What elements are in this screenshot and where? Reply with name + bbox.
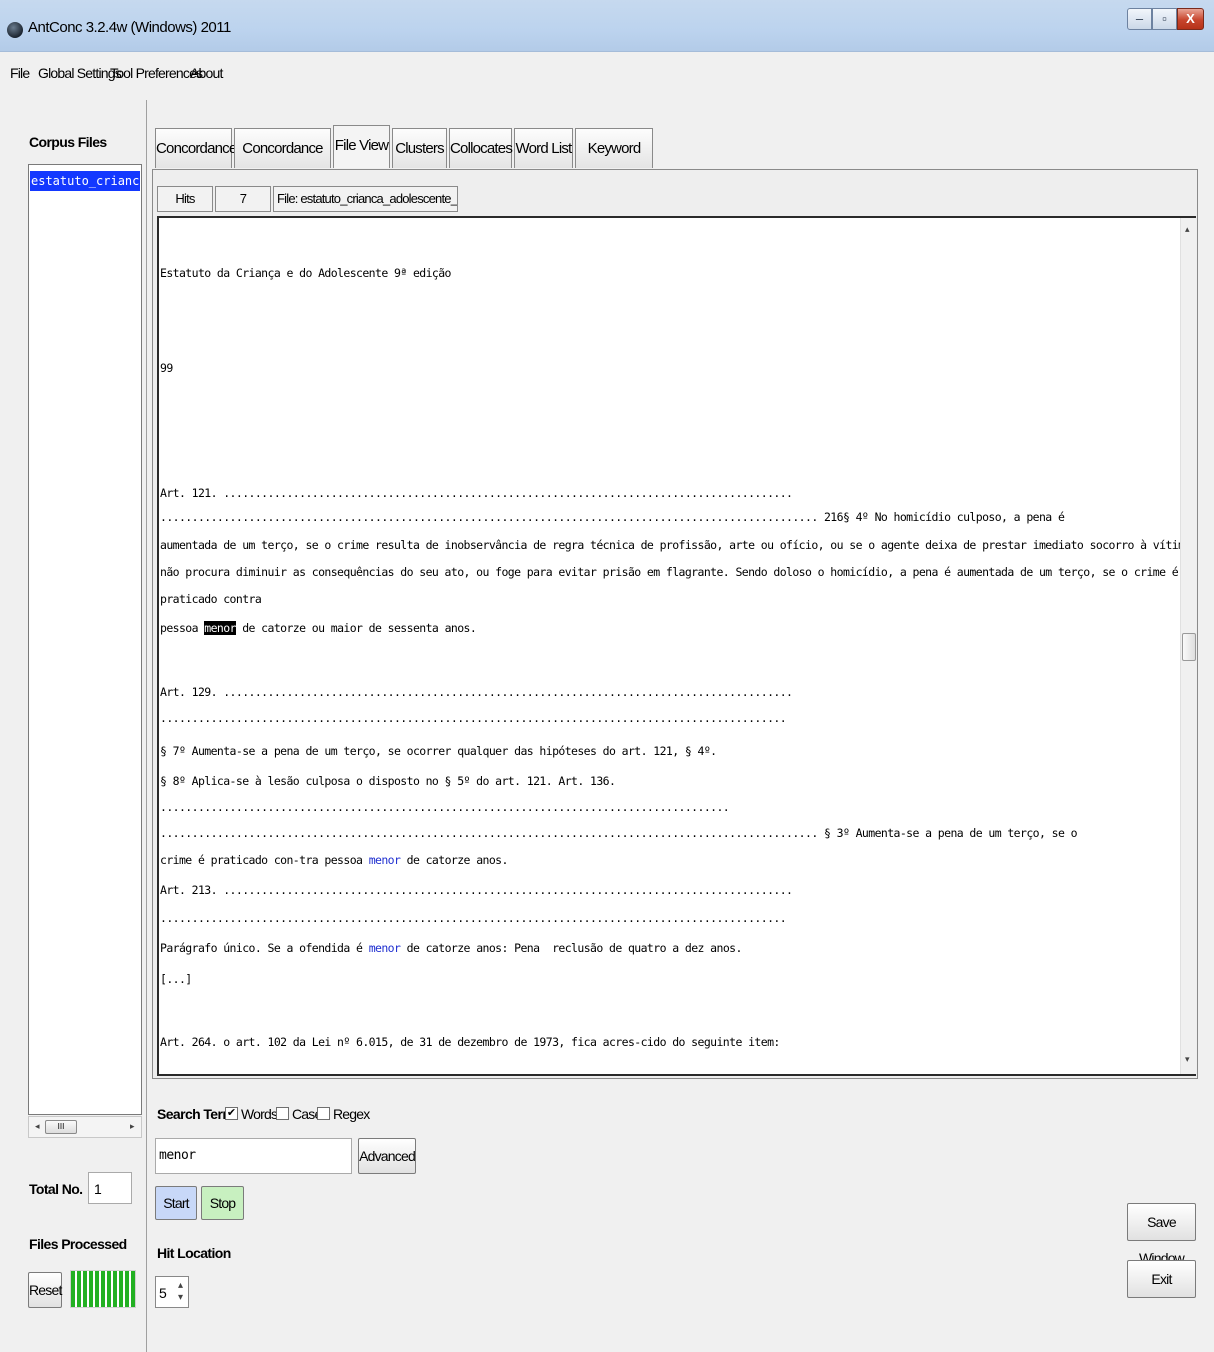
scroll-thumb[interactable]: III [45, 1120, 77, 1134]
tab-collocates[interactable]: Collocates [449, 128, 513, 168]
close-button[interactable]: X [1177, 8, 1204, 30]
text-line: ........................................… [160, 911, 787, 925]
exit-button[interactable]: Exit [1127, 1260, 1196, 1298]
tab-file-view[interactable]: File View [333, 125, 390, 168]
text-line: ........................................… [160, 800, 730, 814]
total-no-label: Total No. [29, 1181, 83, 1197]
hit-location-value: 5 [159, 1285, 167, 1301]
tab-keyword-list[interactable]: Keyword List [575, 128, 653, 197]
scroll-down-icon[interactable]: ▾ [1185, 1054, 1190, 1065]
hit-location-label: Hit Location [157, 1245, 231, 1261]
text-line: ........................................… [160, 826, 1078, 840]
total-no-value: 1 [88, 1172, 132, 1204]
menu-tool-preferences[interactable]: Tool Preferences [110, 65, 203, 81]
search-term-label: Search Term [157, 1106, 235, 1122]
regex-checkbox[interactable] [317, 1107, 330, 1120]
menu-file[interactable]: File [10, 65, 30, 81]
panel-divider[interactable] [146, 100, 147, 1352]
scroll-left-icon[interactable]: ◂ [35, 1121, 40, 1132]
text-line: praticado contra [160, 592, 262, 606]
window-title: AntConc 3.2.4w (Windows) 2011 [28, 19, 231, 36]
save-window-button[interactable]: Save Window [1127, 1203, 1196, 1266]
menu-about[interactable]: About [190, 65, 223, 81]
tab-concordance[interactable]: Concordance [155, 128, 237, 168]
search-term-input[interactable]: menor [155, 1138, 352, 1174]
words-label: Words [241, 1106, 278, 1122]
words-checkbox[interactable]: ✔ [225, 1107, 238, 1120]
text-line: Estatuto da Criança e do Adolescente 9ª … [160, 266, 451, 280]
title-bar: AntConc 3.2.4w (Windows) 2011 – ▫ X [0, 0, 1214, 52]
text-line: pessoa menor de catorze ou maior de sess… [160, 621, 477, 635]
hits-label: Hits [157, 186, 213, 212]
scroll-thumb[interactable] [1182, 633, 1196, 661]
text-vertical-scrollbar[interactable]: ▴ ▾ [1180, 218, 1196, 1074]
files-processed-progress-bar [70, 1270, 136, 1308]
corpus-horizontal-scrollbar[interactable]: ◂ III ▸ [28, 1116, 142, 1138]
text-line: Art. 121. ..............................… [160, 486, 793, 500]
stop-button[interactable]: Stop [201, 1186, 244, 1220]
corpus-file-list[interactable]: estatuto_crianca_adolescente_9ed.txt [28, 164, 142, 1115]
minimize-button[interactable]: – [1127, 8, 1152, 30]
text-line: Art. 213. ..............................… [160, 883, 793, 897]
tab-word-list[interactable]: Word List [514, 128, 573, 168]
text-line: não procura diminuir as consequências do… [160, 565, 1179, 579]
regex-label: Regex [333, 1106, 370, 1122]
text-line: § 7º Aumenta-se a pena de um terço, se o… [160, 744, 717, 758]
text-line: 99 [160, 361, 173, 375]
text-line: [...] [160, 972, 192, 986]
text-line: ........................................… [160, 711, 787, 725]
hits-value: 7 [215, 186, 271, 212]
scroll-up-icon[interactable]: ▴ [1185, 224, 1190, 235]
text-line: crime é praticado con-tra pessoa menor d… [160, 853, 508, 867]
hit-location-spinner[interactable]: 5 ▴ ▾ [155, 1276, 189, 1308]
tab-concordance-plot[interactable]: Concordance Plot [234, 128, 331, 197]
menu-global-settings[interactable]: Global Settings [38, 65, 122, 81]
start-button[interactable]: Start [155, 1186, 197, 1220]
case-checkbox[interactable] [276, 1107, 289, 1120]
file-text-area[interactable]: Estatuto da Criança e do Adolescente 9ª … [157, 216, 1198, 1076]
file-name-display: File: estatuto_crianca_adolescente_9ed.t… [273, 186, 458, 212]
advanced-button[interactable]: Advanced [358, 1138, 416, 1174]
menu-bar: File Global Settings Tool Preferences Ab… [0, 52, 1214, 96]
corpus-file-item[interactable]: estatuto_crianca_adolescente_9ed.txt [30, 171, 140, 191]
text-line: Parágrafo único. Se a ofendida é menor d… [160, 941, 742, 955]
scroll-right-icon[interactable]: ▸ [130, 1121, 135, 1132]
corpus-files-label: Corpus Files [29, 134, 107, 150]
maximize-button[interactable]: ▫ [1152, 8, 1177, 30]
reset-button[interactable]: Reset [28, 1272, 62, 1308]
text-line: Art. 264. o art. 102 da Lei nº 6.015, de… [160, 1035, 780, 1049]
tab-clusters[interactable]: Clusters [392, 128, 447, 168]
app-icon [7, 22, 23, 38]
spinner-up-icon[interactable]: ▴ [178, 1280, 183, 1291]
search-hit[interactable]: menor [369, 853, 401, 867]
text-line: Art. 129. ..............................… [160, 685, 793, 699]
files-processed-label: Files Processed [29, 1236, 127, 1252]
text-line: § 8º Aplica-se à lesão culposa o dispost… [160, 774, 616, 788]
spinner-down-icon[interactable]: ▾ [178, 1292, 183, 1303]
text-line: ........................................… [160, 510, 1065, 524]
search-hit[interactable]: menor [369, 941, 401, 955]
search-hit-selected[interactable]: menor [204, 621, 236, 635]
text-line: aumentada de um terço, se o crime result… [160, 538, 1198, 552]
